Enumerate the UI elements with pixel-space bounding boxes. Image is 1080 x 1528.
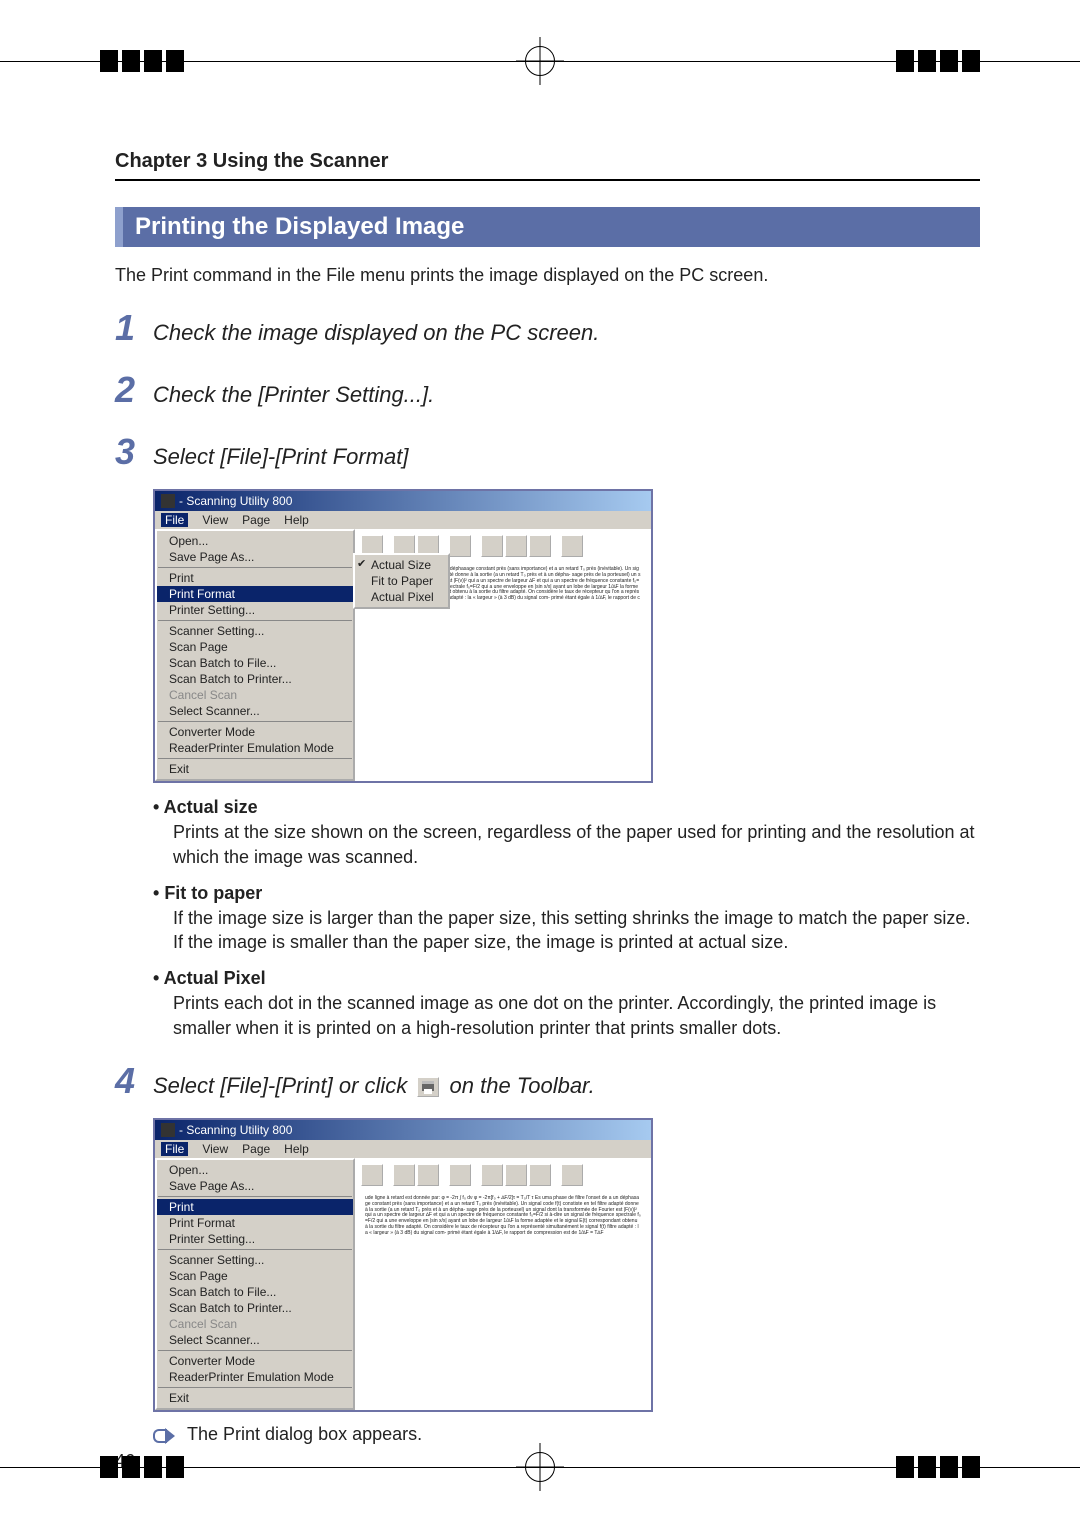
chapter-title: Chapter 3 Using the Scanner <box>115 150 980 181</box>
print-icon <box>417 1077 439 1097</box>
menu-scan-page[interactable]: Scan Page <box>157 639 353 655</box>
menu-select-scanner[interactable]: Select Scanner... <box>157 1332 353 1348</box>
menu-converter-mode[interactable]: Converter Mode <box>157 724 353 740</box>
toolbar-btn[interactable] <box>481 1164 503 1186</box>
menu-converter-mode[interactable]: Converter Mode <box>157 1353 353 1369</box>
toolbar-print-btn[interactable] <box>449 1164 471 1186</box>
menu-print[interactable]: Print <box>157 1199 353 1215</box>
bullet-actual-pixel-title: Actual Pixel <box>153 968 980 989</box>
menu-exit[interactable]: Exit <box>157 1390 353 1406</box>
menubar-page[interactable]: Page <box>242 1142 270 1156</box>
submenu-actual-pixel[interactable]: Actual Pixel <box>371 589 444 605</box>
screenshot-a-titlebar: - Scanning Utility 800 <box>155 491 651 511</box>
menu-readerprinter-emulation[interactable]: ReaderPrinter Emulation Mode <box>157 740 353 756</box>
menu-select-scanner[interactable]: Select Scanner... <box>157 703 353 719</box>
crop-marks-top <box>0 40 1080 82</box>
menu-scan-batch-printer[interactable]: Scan Batch to Printer... <box>157 671 353 687</box>
bullet-actual-pixel-body: Prints each dot in the scanned image as … <box>173 991 980 1040</box>
section-title-bar: Printing the Displayed Image <box>115 207 980 247</box>
toolbar-btn[interactable] <box>505 1164 527 1186</box>
toolbar-btn[interactable] <box>529 1164 551 1186</box>
screenshot-a-window-title: - Scanning Utility 800 <box>179 494 292 508</box>
screenshot-b-titlebar: - Scanning Utility 800 <box>155 1120 651 1140</box>
menubar-view[interactable]: View <box>202 1142 228 1156</box>
result-arrow-icon <box>153 1426 179 1444</box>
intro-paragraph: The Print command in the File menu print… <box>115 263 980 287</box>
submenu-actual-size[interactable]: Actual Size <box>371 557 444 573</box>
step-2-number: 2 <box>115 369 153 411</box>
screenshot-print: - Scanning Utility 800 File View Page He… <box>153 1118 653 1412</box>
toolbar-btn[interactable] <box>529 535 551 557</box>
menu-printer-setting[interactable]: Printer Setting... <box>157 1231 353 1247</box>
menu-scan-page[interactable]: Scan Page <box>157 1268 353 1284</box>
menu-print[interactable]: Print <box>157 570 353 586</box>
toolbar-btn[interactable] <box>561 535 583 557</box>
toolbar-btn[interactable] <box>505 535 527 557</box>
bullet-actual-size-body: Prints at the size shown on the screen, … <box>173 820 980 869</box>
toolbar-print-btn[interactable] <box>449 535 471 557</box>
menu-scan-batch-file[interactable]: Scan Batch to File... <box>157 1284 353 1300</box>
toolbar-btn[interactable] <box>417 1164 439 1186</box>
menubar-help[interactable]: Help <box>284 1142 309 1156</box>
step-4-text-after: on the Toolbar. <box>450 1073 595 1098</box>
bullet-fit-to-paper-body: If the image size is larger than the pap… <box>173 906 980 955</box>
menu-save-page-as[interactable]: Save Page As... <box>157 1178 353 1194</box>
print-format-submenu: Actual Size Fit to Paper Actual Pixel <box>353 553 450 609</box>
step-1-number: 1 <box>115 307 153 349</box>
bullet-actual-size-title: Actual size <box>153 797 980 818</box>
screenshot-b-menubar: File View Page Help <box>155 1140 651 1158</box>
screenshot-print-format: - Scanning Utility 800 File View Page He… <box>153 489 653 783</box>
step-4-text: Select [File]-[Print] or click on the To… <box>153 1073 595 1099</box>
toolbar-btn[interactable] <box>561 1164 583 1186</box>
menu-scan-batch-file[interactable]: Scan Batch to File... <box>157 655 353 671</box>
screenshot-b-toolbar <box>361 1164 645 1186</box>
screenshot-a-menubar: File View Page Help <box>155 511 651 529</box>
menu-readerprinter-emulation[interactable]: ReaderPrinter Emulation Mode <box>157 1369 353 1385</box>
result-text: The Print dialog box appears. <box>187 1424 422 1445</box>
screenshot-b-window-title: - Scanning Utility 800 <box>179 1123 292 1137</box>
menu-print-format[interactable]: Print Format <box>157 586 353 602</box>
menubar-view[interactable]: View <box>202 513 228 527</box>
menu-exit[interactable]: Exit <box>157 761 353 777</box>
screenshot-a-file-menu: Open... Save Page As... Print Print Form… <box>155 529 355 781</box>
menu-printer-setting[interactable]: Printer Setting... <box>157 602 353 618</box>
menu-scan-batch-printer[interactable]: Scan Batch to Printer... <box>157 1300 353 1316</box>
crop-marks-bottom <box>0 1446 1080 1488</box>
app-icon <box>161 494 175 508</box>
submenu-fit-to-paper[interactable]: Fit to Paper <box>371 573 444 589</box>
menu-save-page-as[interactable]: Save Page As... <box>157 549 353 565</box>
step-3-number: 3 <box>115 431 153 473</box>
app-icon <box>161 1123 175 1137</box>
step-4-text-before: Select [File]-[Print] or click <box>153 1073 407 1098</box>
toolbar-btn[interactable] <box>481 535 503 557</box>
step-2-text: Check the [Printer Setting...]. <box>153 382 434 408</box>
document-preview: ude ligne à retard est donnée par: φ = -… <box>361 1192 645 1240</box>
bullet-fit-to-paper-title: Fit to paper <box>153 883 980 904</box>
step-4-number: 4 <box>115 1060 153 1102</box>
step-3-text: Select [File]-[Print Format] <box>153 444 409 470</box>
menubar-page[interactable]: Page <box>242 513 270 527</box>
menu-open[interactable]: Open... <box>157 1162 353 1178</box>
menubar-help[interactable]: Help <box>284 513 309 527</box>
screenshot-b-file-menu: Open... Save Page As... Print Print Form… <box>155 1158 355 1410</box>
toolbar-btn[interactable] <box>361 1164 383 1186</box>
toolbar-btn[interactable] <box>393 1164 415 1186</box>
menu-scanner-setting[interactable]: Scanner Setting... <box>157 1252 353 1268</box>
menu-cancel-scan: Cancel Scan <box>157 1316 353 1332</box>
menubar-file[interactable]: File <box>161 513 188 527</box>
menu-print-format[interactable]: Print Format <box>157 1215 353 1231</box>
menu-open[interactable]: Open... <box>157 533 353 549</box>
menu-scanner-setting[interactable]: Scanner Setting... <box>157 623 353 639</box>
menubar-file[interactable]: File <box>161 1142 188 1156</box>
menu-cancel-scan: Cancel Scan <box>157 687 353 703</box>
step-1-text: Check the image displayed on the PC scre… <box>153 320 599 346</box>
